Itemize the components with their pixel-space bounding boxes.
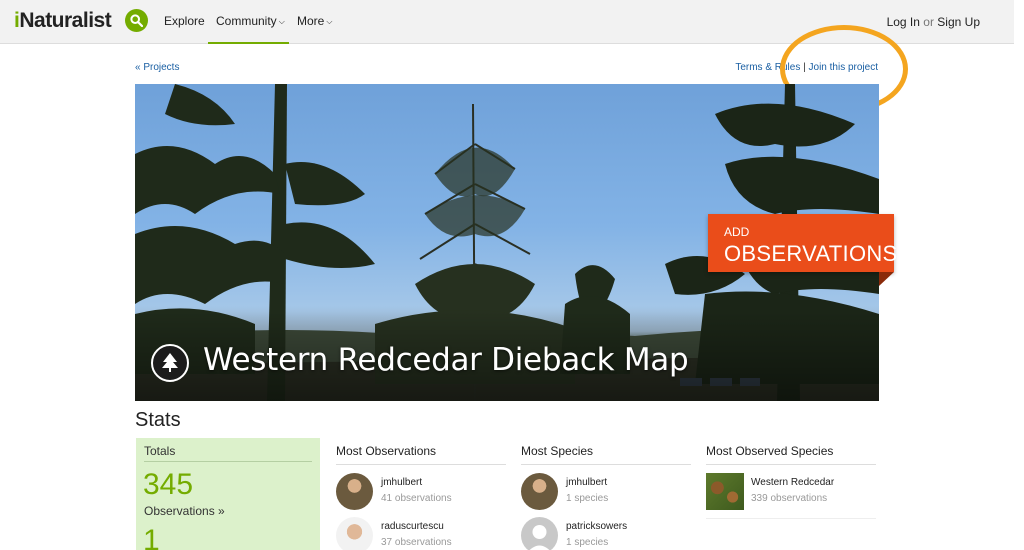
add-observations-big-label: OBSERVATIONS [724,241,898,266]
default-avatar[interactable] [521,517,558,550]
most-observations-heading: Most Observations [336,444,506,465]
most-observed-species-column: Most Observed Species Western Redcedar 3… [706,444,876,519]
most-species-column: Most Species jmhulbert 1 species patrick… [521,444,691,550]
add-observations-button[interactable]: ADD OBSERVATIONS [708,214,897,272]
most-species-heading: Most Species [521,444,691,465]
user-observations: 41 observations [381,493,452,504]
avatar[interactable] [336,517,373,550]
species-count[interactable]: 1 [143,524,160,550]
most-observed-species-heading: Most Observed Species [706,444,876,465]
nav-explore[interactable]: Explore [164,14,205,28]
list-item[interactable]: jmhulbert 41 observations [336,465,506,510]
user-name[interactable]: raduscurtescu [381,521,444,532]
species-observations: 339 observations [751,493,828,504]
list-item[interactable]: jmhulbert 1 species [521,465,691,510]
signup-link[interactable]: Sign Up [937,15,980,29]
search-button[interactable] [125,9,148,32]
user-placeholder-icon [529,525,550,550]
list-item[interactable]: raduscurtescu 37 observations [336,509,506,550]
user-name[interactable]: patricksowers [566,521,627,532]
project-logo [151,344,189,382]
breadcrumb-projects[interactable]: « Projects [135,62,179,73]
project-logo-tree-icon [162,353,178,372]
totals-heading: Totals [144,444,176,458]
add-observations-small-label: ADD [724,225,750,239]
auth-or: or [923,15,934,29]
user-name[interactable]: jmhulbert [566,477,607,488]
avatar[interactable] [336,473,373,510]
nav-more[interactable]: More ⌵ [297,14,332,28]
row-divider [706,518,876,519]
avatar[interactable] [521,473,558,510]
user-observations: 37 observations [381,537,452,548]
observations-link[interactable]: Observations » [144,504,225,518]
most-observations-column: Most Observations jmhulbert 41 observati… [336,444,506,550]
login-link[interactable]: Log In [887,15,920,29]
user-species: 1 species [566,493,609,504]
search-icon [130,14,143,27]
inaturalist-logo[interactable]: iNaturalist [14,9,112,33]
list-item[interactable]: Western Redcedar 339 observations [706,465,876,510]
list-item[interactable]: patricksowers 1 species [521,509,691,550]
project-title: Western Redcedar Dieback Map [203,342,689,378]
species-thumbnail[interactable] [706,473,744,510]
stats-heading: Stats [135,409,181,431]
totals-panel: Totals 345 Observations » 1 [136,438,320,550]
user-species: 1 species [566,537,609,548]
chevron-down-icon: ⌵ [278,17,285,26]
ribbon-fold [879,272,894,286]
observations-count[interactable]: 345 [143,468,193,502]
chevron-down-icon: ⌵ [326,17,333,26]
totals-divider [144,461,312,462]
nav-community[interactable]: Community ⌵ [216,14,285,28]
species-name[interactable]: Western Redcedar [751,477,834,488]
user-name[interactable]: jmhulbert [381,477,422,488]
auth-links: Log In or Sign Up [887,15,980,29]
